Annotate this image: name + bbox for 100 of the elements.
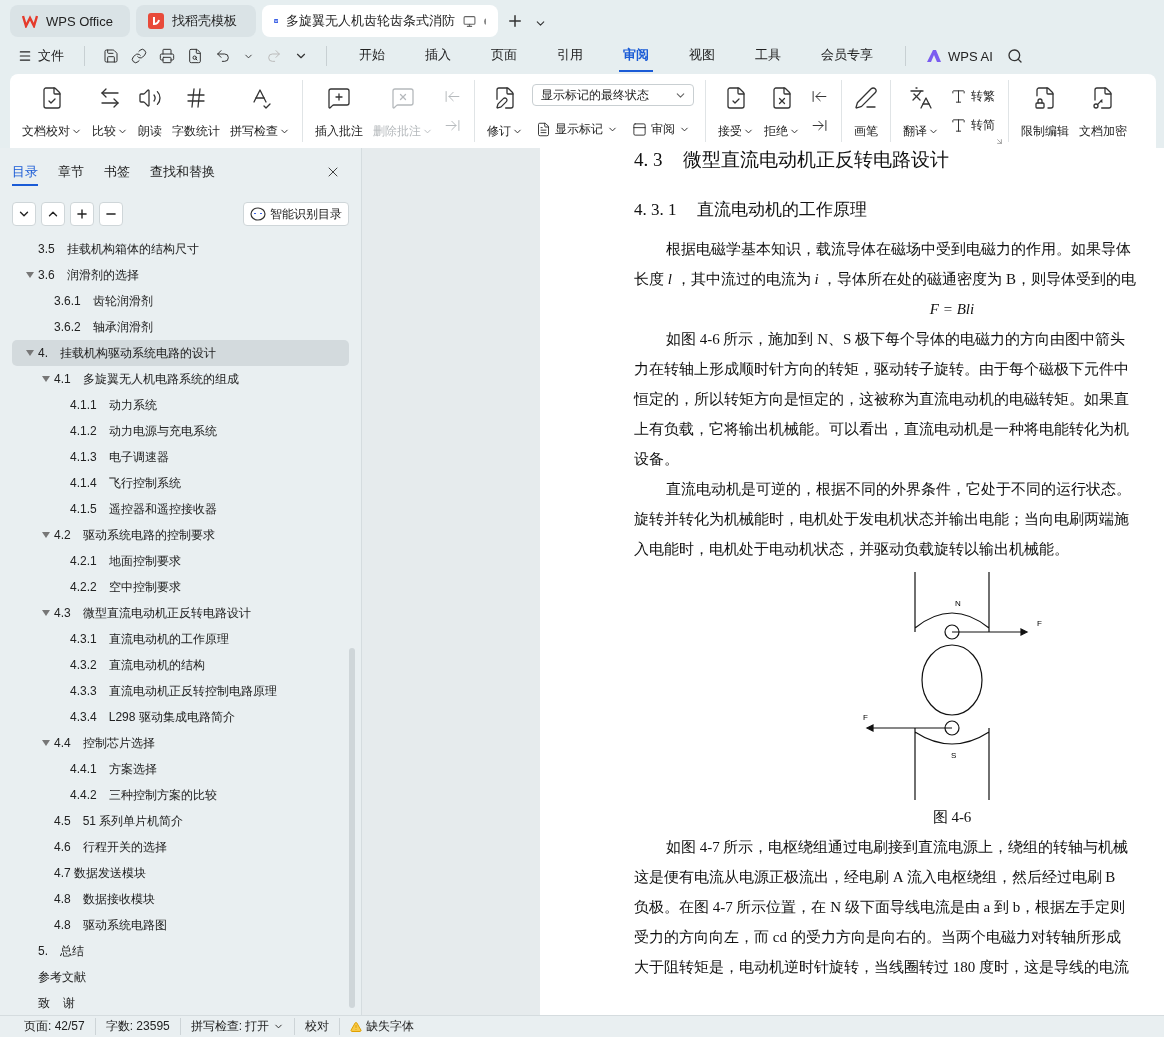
toc-title: 空中控制要求 bbox=[108, 578, 181, 596]
toc-number: 4.6 bbox=[54, 840, 71, 854]
ribbon-button[interactable]: 拼写检查 bbox=[225, 80, 295, 142]
expand-arrow-icon[interactable] bbox=[42, 740, 50, 746]
expand-arrow-icon[interactable] bbox=[42, 376, 50, 382]
ribbon-button[interactable]: 修订 bbox=[482, 80, 528, 142]
ribbon-button[interactable]: 文档加密 bbox=[1074, 80, 1132, 142]
toc-item[interactable]: 4.4.2 三种控制方案的比较 bbox=[12, 782, 349, 808]
ribbon-tab[interactable]: 引用 bbox=[553, 40, 587, 72]
expand-arrow-icon[interactable] bbox=[26, 350, 34, 356]
ribbon-button[interactable]: 转简 bbox=[946, 115, 999, 136]
toc-item[interactable]: 4.1.3 电子调速器 bbox=[12, 444, 349, 470]
collapse-button[interactable] bbox=[41, 202, 65, 226]
ribbon-tab[interactable]: 视图 bbox=[685, 40, 719, 72]
toc-item[interactable]: 4.3.3 直流电动机正反转控制电路原理 bbox=[12, 678, 349, 704]
paragraph-line: 旋转并转化为机械能时，电机处于发电机状态并输出电能；当向电刷两端施 bbox=[634, 510, 1129, 529]
ribbon-button[interactable]: 限制编辑 bbox=[1016, 80, 1074, 142]
ribbon-button[interactable]: 画笔 bbox=[849, 80, 883, 142]
toc-number: 4.2.1 bbox=[70, 554, 97, 568]
ribbon-button[interactable]: 文档校对 bbox=[17, 80, 87, 142]
toc-item[interactable]: 4.2 驱动系统电路的控制要求 bbox=[12, 522, 349, 548]
sidebar-tab[interactable]: 章节 bbox=[58, 158, 84, 186]
ribbon-button[interactable]: 翻译 bbox=[898, 80, 944, 142]
ribbon-tab[interactable]: 开始 bbox=[355, 40, 389, 72]
ribbon-button[interactable]: 显示标记 bbox=[532, 119, 622, 140]
share-button[interactable] bbox=[129, 46, 149, 66]
toc-item[interactable]: 5. 总结 bbox=[12, 938, 349, 964]
toc-item[interactable]: 4.3.4 L298 驱动集成电路简介 bbox=[12, 704, 349, 730]
save-button[interactable] bbox=[101, 46, 121, 66]
toc-item[interactable]: 4.4 控制芯片选择 bbox=[12, 730, 349, 756]
toc-title: L298 驱动集成电路简介 bbox=[108, 708, 235, 726]
toc-item[interactable]: 4.2.1 地面控制要求 bbox=[12, 548, 349, 574]
toc-item[interactable]: 3.6.1 齿轮润滑剂 bbox=[12, 288, 349, 314]
toc-item[interactable]: 4.7 数据发送模块 bbox=[12, 860, 349, 886]
toc-title: 挂载机构驱动系统电路的设计 bbox=[60, 344, 216, 362]
paragraph-line: 入电能时，电机处于电动机状态，并驱动负载旋转以输出机械能。 bbox=[634, 540, 1069, 559]
translate-icon bbox=[909, 86, 933, 110]
ribbon-tab[interactable]: 工具 bbox=[751, 40, 785, 72]
expand-button[interactable] bbox=[12, 202, 36, 226]
toc-item[interactable]: 4.1.4 飞行控制系统 bbox=[12, 470, 349, 496]
smart-toc-button[interactable]: 智能识别目录 bbox=[243, 202, 349, 226]
status-dropdown[interactable]: 拼写检查: 打开 bbox=[180, 1018, 296, 1035]
ribbon-tab[interactable]: 插入 bbox=[421, 40, 455, 72]
scrollbar-thumb[interactable] bbox=[349, 648, 355, 1008]
toc-item[interactable]: 4.8 数据接收模块 bbox=[12, 886, 349, 912]
toc-item[interactable]: 4.3.2 直流电动机的结构 bbox=[12, 652, 349, 678]
sidebar-tab[interactable]: 书签 bbox=[104, 158, 130, 186]
toc-item[interactable]: 4.1.1 动力系统 bbox=[12, 392, 349, 418]
toc-item[interactable]: 致 谢 bbox=[12, 990, 349, 1015]
toc-item[interactable]: 4.8 驱动系统电路图 bbox=[12, 912, 349, 938]
subsection-heading: 直流电动机的工作原理 bbox=[696, 200, 867, 219]
ribbon-tab[interactable]: 页面 bbox=[487, 40, 521, 72]
toc-item[interactable]: 4. 挂载机构驱动系统电路的设计 bbox=[12, 340, 349, 366]
ribbon-button[interactable]: 朗读 bbox=[133, 80, 167, 142]
toc-item[interactable]: 4.6 行程开关的选择 bbox=[12, 834, 349, 860]
file-menu-button[interactable]: 文件 bbox=[14, 45, 68, 67]
ribbon-tab[interactable]: 审阅 bbox=[619, 40, 653, 72]
ai-button[interactable]: WPS AI bbox=[922, 46, 997, 66]
subsection-number: 4. 3. 1 bbox=[634, 200, 677, 219]
sidebar-tab[interactable]: 查找和替换 bbox=[150, 158, 215, 186]
toc-title: 致 谢 bbox=[38, 994, 76, 1012]
toc-item[interactable]: 4.1.5 遥控器和遥控接收器 bbox=[12, 496, 349, 522]
toc-item[interactable]: 4.2.2 空中控制要求 bbox=[12, 574, 349, 600]
toc-item[interactable]: 4.1.2 动力电源与充电系统 bbox=[12, 418, 349, 444]
markup-dropdown[interactable]: 显示标记的最终状态 bbox=[532, 84, 694, 106]
ribbon-button[interactable]: 比较 bbox=[87, 80, 133, 142]
ribbon-button[interactable]: 插入批注 bbox=[310, 80, 368, 142]
ribbon-button[interactable]: 转繁 bbox=[946, 86, 999, 107]
remove-button[interactable] bbox=[99, 202, 123, 226]
expand-arrow-icon[interactable] bbox=[26, 272, 34, 278]
app-tab[interactable]: 多旋翼无人机齿轮齿条式消防 bbox=[262, 5, 498, 37]
print-button[interactable] bbox=[157, 46, 177, 66]
app-tab[interactable]: 找稻壳模板 bbox=[136, 5, 256, 37]
toc-item[interactable]: 4.4.1 方案选择 bbox=[12, 756, 349, 782]
sidebar-tab[interactable]: 目录 bbox=[12, 158, 38, 186]
ribbon-button[interactable]: 字数统计 bbox=[167, 80, 225, 142]
toc-item[interactable]: 4.1 多旋翼无人机电路系统的组成 bbox=[12, 366, 349, 392]
ribbon-button[interactable]: 拒绝 bbox=[759, 80, 805, 142]
toc-number: 4.2 bbox=[54, 528, 71, 542]
text-convert-icon bbox=[950, 88, 967, 105]
toc-title: 润滑剂的选择 bbox=[66, 266, 139, 284]
app-tab[interactable]: WPS Office bbox=[10, 5, 130, 37]
diagram-label: S bbox=[951, 751, 957, 760]
toc-number: 3.6 bbox=[38, 268, 55, 282]
expand-arrow-icon[interactable] bbox=[42, 610, 50, 616]
toc-item[interactable]: 4.3 微型直流电动机正反转电路设计 bbox=[12, 600, 349, 626]
expand-arrow-icon[interactable] bbox=[42, 532, 50, 538]
status-warning[interactable]: 缺失字体 bbox=[340, 1018, 425, 1035]
paragraph-line: 大于阻转矩是，电动机逆时针旋转，当线圈转过 180 度时，这是导线的电流 bbox=[634, 958, 1129, 977]
toc-item[interactable]: 4.3.1 直流电动机的工作原理 bbox=[12, 626, 349, 652]
add-button[interactable] bbox=[70, 202, 94, 226]
toc-item[interactable]: 3.6.2 轴承润滑剂 bbox=[12, 314, 349, 340]
toc-item[interactable]: 4.5 51 系列单片机简介 bbox=[12, 808, 349, 834]
ribbon-button[interactable]: 接受 bbox=[713, 80, 759, 142]
toc-item[interactable]: 3.6 润滑剂的选择 bbox=[12, 262, 349, 288]
toc-item[interactable]: 3.5 挂载机构箱体的结构尺寸 bbox=[12, 236, 349, 262]
menu-icon bbox=[18, 49, 32, 63]
ribbon-tab[interactable]: 会员专享 bbox=[817, 40, 877, 72]
toc-item[interactable]: 参考文献 bbox=[12, 964, 349, 990]
ribbon-button[interactable]: 审阅 bbox=[628, 119, 694, 140]
